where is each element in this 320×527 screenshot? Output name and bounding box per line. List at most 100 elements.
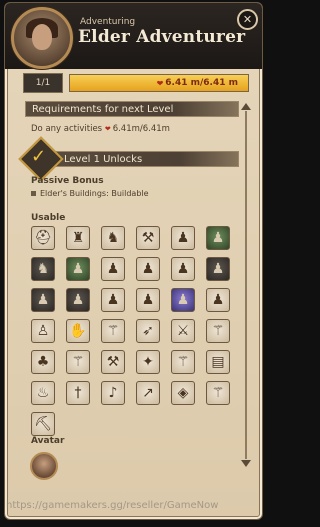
passive-bonus-label: Passive Bonus — [31, 176, 104, 186]
creature-icon: ♟ — [211, 261, 225, 277]
usable-item[interactable]: † — [66, 381, 90, 405]
level-progress: 1/1 ❤ 6.41 m/6.41 m — [11, 73, 249, 93]
usable-item[interactable]: ➶ — [136, 319, 160, 343]
usable-item[interactable]: ♟ — [136, 288, 160, 312]
usable-item[interactable]: ♟ — [31, 288, 55, 312]
checkmark-icon: ✓ — [31, 146, 47, 167]
creature-icon: ♟ — [106, 261, 120, 277]
usable-item[interactable]: ✋ — [66, 319, 90, 343]
staff-icon: ⚚ — [211, 385, 225, 401]
usable-item[interactable]: ⛑ — [31, 226, 55, 250]
creature-icon: ♟ — [106, 292, 120, 308]
usable-item[interactable]: ♟ — [66, 257, 90, 281]
usable-item[interactable]: ⚚ — [101, 319, 125, 343]
watermark: https://gamemakers.gg/reseller/GameNow — [6, 500, 219, 511]
horn-icon: ♪ — [108, 385, 118, 401]
fame-progress-text: 6.41 m/6.41 m — [165, 78, 238, 88]
creature-icon: ♟ — [211, 292, 225, 308]
passive-bonus-item: Elder's Buildings: Buildable — [31, 189, 149, 198]
hammer-icon: ⚒ — [106, 354, 120, 370]
usable-item[interactable]: ▤ — [206, 350, 230, 374]
usable-item[interactable]: ♟ — [206, 288, 230, 312]
usable-item[interactable]: ◈ — [171, 381, 195, 405]
creature-icon: ♟ — [71, 261, 85, 277]
bullet-icon — [31, 191, 36, 196]
destiny-node-panel: Adventuring Elder Adventurer ✕ 1/1 ❤ 6.4… — [4, 2, 263, 520]
fame-icon: ❤ — [156, 78, 164, 88]
usable-item[interactable]: ♟ — [136, 257, 160, 281]
panel-header: Adventuring Elder Adventurer ✕ — [5, 3, 262, 69]
hood-icon: ♙ — [36, 323, 50, 339]
bow-icon: ➶ — [142, 323, 154, 339]
axe-icon: ⚒ — [141, 230, 155, 246]
staff-icon: ⚚ — [176, 354, 190, 370]
usable-item[interactable]: ⛏ — [31, 412, 55, 436]
usable-item[interactable]: ⚚ — [206, 381, 230, 405]
usable-item[interactable]: ♟ — [171, 288, 195, 312]
usable-item[interactable]: ♟ — [171, 226, 195, 250]
usable-item[interactable]: ♙ — [31, 319, 55, 343]
scroll-track[interactable] — [245, 111, 247, 459]
staff-icon: ⚚ — [106, 323, 120, 339]
usable-item[interactable]: ♟ — [101, 257, 125, 281]
usable-item[interactable]: ♪ — [101, 381, 125, 405]
mace-icon: ♣ — [36, 354, 50, 370]
creature-icon: ♟ — [141, 292, 155, 308]
fame-progress-bar: ❤ 6.41 m/6.41 m — [69, 74, 249, 92]
usable-item[interactable]: ⚚ — [206, 319, 230, 343]
staff-icon: ⚚ — [71, 354, 85, 370]
level-indicator: 1/1 — [23, 73, 63, 93]
scroll-down-arrow-icon[interactable] — [241, 460, 251, 467]
usable-item[interactable]: ♣ — [31, 350, 55, 374]
avatar-portrait[interactable] — [30, 452, 58, 480]
avatar-label: Avatar — [31, 436, 65, 446]
usable-item[interactable]: ⚒ — [101, 350, 125, 374]
usable-label: Usable — [31, 213, 66, 223]
close-button[interactable]: ✕ — [237, 9, 258, 30]
creature-icon: ♟ — [211, 230, 225, 246]
sword-icon: ⚔ — [176, 323, 190, 339]
pickaxe-icon: ⛏ — [34, 416, 52, 432]
unlocks-heading: Level 1 Unlocks — [43, 151, 239, 167]
helmet-icon: ⛑ — [34, 230, 52, 246]
book-icon: ▤ — [211, 354, 225, 370]
usable-item[interactable]: ♟ — [206, 257, 230, 281]
requirements-label: Do any activities — [31, 124, 103, 134]
creature-icon: ♟ — [176, 230, 190, 246]
creature-icon: ♟ — [71, 292, 85, 308]
spear-icon: ↗ — [142, 385, 154, 401]
beast-icon: ♞ — [36, 261, 50, 277]
usable-item[interactable]: ♜ — [66, 226, 90, 250]
scroll-up-arrow-icon[interactable] — [241, 103, 251, 110]
gloves-icon: ✋ — [69, 323, 87, 339]
usable-item[interactable]: ⚚ — [171, 350, 195, 374]
requirements-value: 6.41m/6.41m — [112, 124, 170, 134]
torch-icon: ♨ — [36, 385, 50, 401]
usable-item[interactable]: ↗ — [136, 381, 160, 405]
boots-icon: ♞ — [106, 230, 120, 246]
usable-item[interactable]: ♟ — [66, 288, 90, 312]
scrollbar[interactable] — [241, 103, 251, 467]
close-icon: ✕ — [242, 13, 253, 26]
usable-item[interactable]: ⚒ — [136, 226, 160, 250]
panel-subtitle: Adventuring — [80, 17, 136, 27]
creature-icon: ♟ — [141, 261, 155, 277]
wand-icon: ✦ — [142, 354, 154, 370]
usable-item[interactable]: ♟ — [101, 288, 125, 312]
usable-items-grid: ⛑ ♜ ♞ ⚒ ♟ ♟ ♞ ♟ ♟ ♟ ♟ ♟ ♟ ♟ ♟ ♟ ♟ ♟ ♙ ✋ ⚚ ➶ ⚔ ⚚ ♣ ⚚ ⚒ ✦ ⚚ ▤ ♨ † ♪ ↗ ◈ ⚚ ⛏ — [31, 226, 241, 436]
usable-item[interactable]: ♟ — [171, 257, 195, 281]
usable-item[interactable]: ✦ — [136, 350, 160, 374]
usable-item[interactable]: ♞ — [31, 257, 55, 281]
usable-item[interactable]: ♞ — [101, 226, 125, 250]
requirements-text: Do any activities ❤ 6.41m/6.41m — [31, 124, 170, 134]
character-portrait — [11, 7, 73, 69]
requirements-heading: Requirements for next Level — [25, 101, 239, 117]
armor-icon: ♜ — [71, 230, 85, 246]
shield-icon: ◈ — [177, 385, 189, 401]
staff-icon: ⚚ — [211, 323, 225, 339]
usable-item[interactable]: ⚔ — [171, 319, 195, 343]
usable-item[interactable]: ♟ — [206, 226, 230, 250]
panel-title: Elder Adventurer — [78, 27, 246, 47]
usable-item[interactable]: ♨ — [31, 381, 55, 405]
usable-item[interactable]: ⚚ — [66, 350, 90, 374]
